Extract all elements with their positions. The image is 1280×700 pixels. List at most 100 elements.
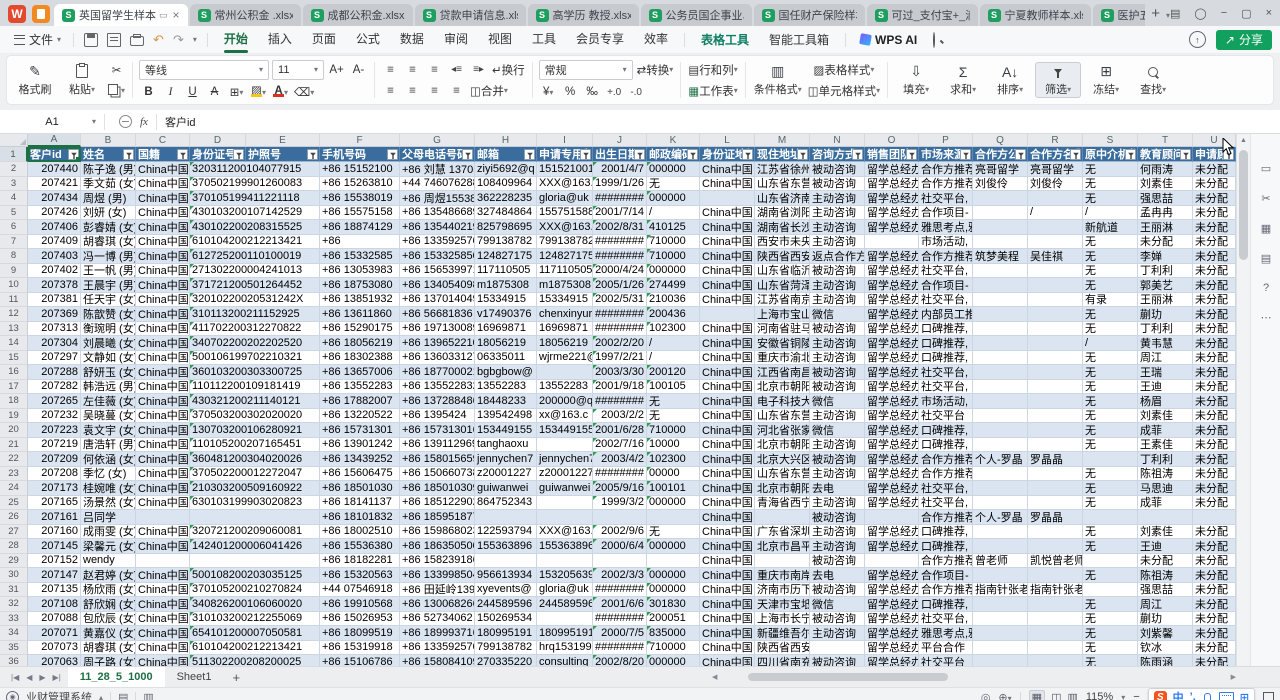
cell-L36[interactable]: China中国 (700, 655, 755, 666)
cell-M30[interactable]: 重庆市南岸 (755, 568, 810, 583)
cell-D30[interactable]: 500108200203035125 (190, 568, 320, 583)
cell-K4[interactable]: 000000 (647, 191, 700, 206)
cell-R9[interactable] (1028, 264, 1083, 279)
file-tab[interactable]: S英国留学生样本▭× (54, 4, 188, 26)
cell-C25[interactable]: China中国 (136, 496, 190, 511)
next-sheet-icon[interactable]: ▶ (39, 673, 45, 682)
header-cell-M[interactable]: 现住地址 (755, 147, 810, 162)
cell-K17[interactable]: 100105 (647, 380, 700, 395)
cell-K7[interactable]: 710000 (647, 235, 700, 250)
cell-J23[interactable]: ######## (593, 467, 647, 482)
cell-P11[interactable]: 社交平台, (919, 293, 973, 308)
cell-Q23[interactable] (973, 467, 1028, 482)
cell-P2[interactable]: 合作方推荐 (919, 162, 973, 177)
cell-D8[interactable]: 612725200110100019 (190, 249, 320, 264)
first-sheet-icon[interactable]: |◀ (11, 673, 19, 682)
header-cell-E[interactable]: 护照号 (246, 147, 320, 162)
cell-R27[interactable] (1028, 525, 1083, 540)
cell-O26[interactable] (865, 510, 919, 525)
column-header-D[interactable]: D (190, 134, 246, 147)
cell-J29[interactable] (593, 554, 647, 569)
finance-system-caret-icon[interactable]: ▴ (99, 693, 103, 700)
cell-N12[interactable]: 微信 (810, 307, 865, 322)
redo-icon[interactable]: ↷ (173, 32, 184, 48)
cell-P27[interactable]: 口碑推荐, (919, 525, 973, 540)
row-number[interactable]: 19 (0, 409, 28, 424)
cell-G21[interactable]: +86 1391129694 (400, 438, 475, 453)
cell-L22[interactable]: China中国 (700, 452, 755, 467)
cell-O15[interactable]: 留学总经办 (865, 351, 919, 366)
close-button[interactable]: × (1266, 7, 1272, 19)
cell-T17[interactable]: 王迪 (1138, 380, 1193, 395)
cell-C17[interactable]: China中国 (136, 380, 190, 395)
cell-B14[interactable]: 刘晨曦 (女) (81, 336, 136, 351)
filter-button[interactable] (307, 149, 318, 160)
borders-button[interactable]: ⊞▾ (227, 84, 246, 101)
cell-G29[interactable]: +86 1582391866 (400, 554, 475, 569)
cell-M14[interactable]: 安徽省铜陵 (755, 336, 810, 351)
cell-N20[interactable]: 微信 (810, 423, 865, 438)
cell-C5[interactable]: China中国 (136, 206, 190, 221)
cell-K16[interactable]: 200120 (647, 365, 700, 380)
row-number[interactable]: 14 (0, 336, 28, 351)
cell-A17[interactable]: 207282 (28, 380, 81, 395)
cell-P14[interactable]: 口碑推荐, (919, 336, 973, 351)
increase-decimal-button[interactable]: +.0 (605, 84, 624, 101)
cell-L20[interactable]: China中国 (700, 423, 755, 438)
row-number[interactable]: 30 (0, 568, 28, 583)
cell-P17[interactable]: 社交平台, (919, 380, 973, 395)
cell-O17[interactable]: 留学总经办 (865, 380, 919, 395)
row-number[interactable]: 11 (0, 293, 28, 308)
cell-J27[interactable]: 2002/9/6 (593, 525, 647, 540)
cell-O21[interactable]: 留学总经办 (865, 438, 919, 453)
cell-C10[interactable]: China中国 (136, 278, 190, 293)
cell-G8[interactable]: +86 1533258500 (400, 249, 475, 264)
cell-G3[interactable]: +44 7460762888 (400, 177, 475, 192)
header-cell-G[interactable]: 父母电话号码 (400, 147, 475, 162)
cell-B4[interactable]: 周煜 (男) (81, 191, 136, 206)
cell-F11[interactable]: +86 13851932 (320, 293, 400, 308)
cell-A23[interactable]: 207208 (28, 467, 81, 482)
row-number[interactable]: 15 (0, 351, 28, 366)
column-header-T[interactable]: T (1138, 134, 1193, 147)
cell-H3[interactable]: 108409964 (475, 177, 537, 192)
cell-B15[interactable]: 文静如 (女) (81, 351, 136, 366)
conditional-format-button[interactable]: ▥ 条件格式▾ (752, 63, 804, 97)
cell-B34[interactable]: 黄嘉仪 (女) (81, 626, 136, 641)
cell-I27[interactable]: XXX@163. (537, 525, 593, 540)
column-header-G[interactable]: G (400, 134, 475, 147)
cell-P31[interactable]: 合作方推荐 (919, 583, 973, 598)
cell-N32[interactable]: 微信 (810, 597, 865, 612)
cell-N17[interactable]: 被动咨询 (810, 380, 865, 395)
sum-button[interactable]: Σ 求和▾ (941, 63, 985, 97)
cell-I26[interactable] (537, 510, 593, 525)
cell-O2[interactable]: 留学总经办 (865, 162, 919, 177)
cell-Q9[interactable] (973, 264, 1028, 279)
cell-A24[interactable]: 207173 (28, 481, 81, 496)
cell-K29[interactable] (647, 554, 700, 569)
cell-H25[interactable]: 864752343 (475, 496, 537, 511)
cell-G35[interactable]: +86 1335925706 (400, 641, 475, 656)
cell-F4[interactable]: +86 15538019 (320, 191, 400, 206)
cell-B25[interactable]: 汤景然 (女) (81, 496, 136, 511)
cell-F21[interactable]: +86 13901242 (320, 438, 400, 453)
cell-J10[interactable]: 2005/1/26 (593, 278, 647, 293)
file-menu[interactable]: 文件 ▾ (8, 31, 67, 48)
cell-O36[interactable]: 留学总经办 (865, 655, 919, 666)
cell-B31[interactable]: 杨欣雨 (女) (81, 583, 136, 598)
cell-H27[interactable]: 122593794 (475, 525, 537, 540)
cell-T32[interactable]: 周江 (1138, 597, 1193, 612)
cell-D26[interactable] (190, 510, 320, 525)
cell-N2[interactable]: 被动咨询 (810, 162, 865, 177)
cell-B6[interactable]: 彭睿婧 (女) (81, 220, 136, 235)
cell-L30[interactable]: China中国 (700, 568, 755, 583)
cell-U34[interactable]: 未分配 (1193, 626, 1236, 641)
cell-I6[interactable]: XXX@163. (537, 220, 593, 235)
cell-T19[interactable]: 刘素佳 (1138, 409, 1193, 424)
currency-button[interactable]: ¥▾ (539, 84, 558, 101)
cell-R16[interactable] (1028, 365, 1083, 380)
ime-punctuation[interactable]: ’, (1190, 691, 1196, 700)
freeze-button[interactable]: ⊞ 冻结▾ (1084, 63, 1128, 97)
cell-H33[interactable]: 150269534 (475, 612, 537, 627)
cell-C22[interactable]: China中国 (136, 452, 190, 467)
